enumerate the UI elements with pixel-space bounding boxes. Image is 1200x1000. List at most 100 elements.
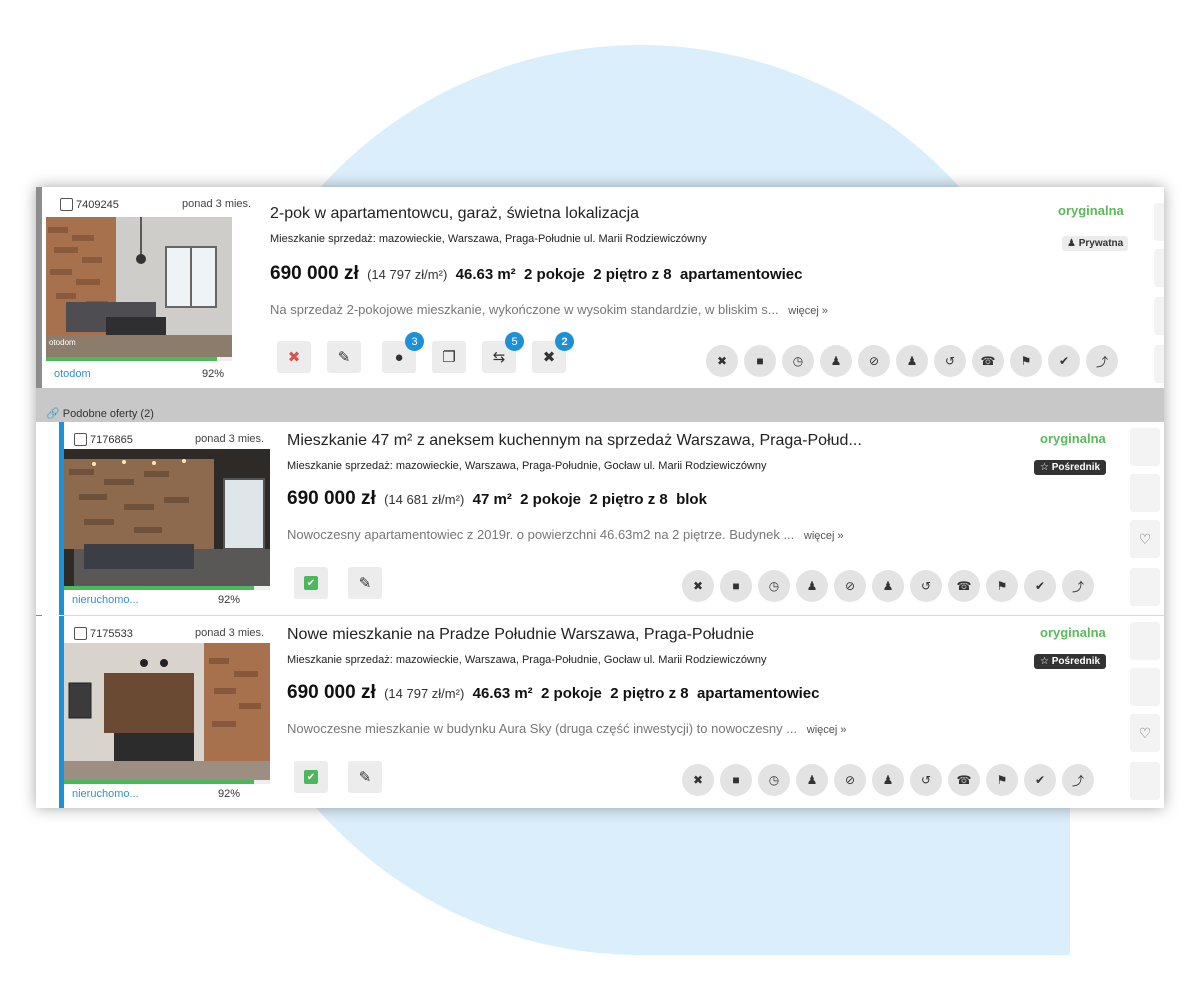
similar-button[interactable]: ● 3 [382, 332, 424, 373]
phone-icon[interactable]: ☎ [972, 345, 1004, 377]
floor: 2 piętro z 8 [593, 266, 672, 283]
building-type: apartamentowiec [696, 685, 820, 702]
accept-button[interactable]: ✔ [294, 567, 328, 599]
phone-icon[interactable]: ☎ [948, 570, 980, 602]
user-icon[interactable]: ♟ [872, 570, 904, 602]
clock-icon[interactable]: ◷ [782, 345, 814, 377]
listing-id-text: 7176865 [90, 433, 133, 446]
rejected-button[interactable]: ✖ 2 [532, 332, 574, 373]
side-tile[interactable] [1154, 297, 1164, 335]
edit-icon: ✎ [358, 575, 372, 592]
listing-title[interactable]: Nowe mieszkanie na Pradze Południe Warsz… [287, 626, 754, 644]
source-row: nieruchomo... 92% [72, 788, 240, 800]
edit-button[interactable]: ✎ [327, 341, 361, 373]
person-icon: ♟ [1067, 238, 1076, 249]
heart-icon: ♡ [1138, 724, 1152, 741]
ban-icon[interactable]: ⊘ [834, 570, 866, 602]
close-icon[interactable]: ✖ [706, 345, 738, 377]
flag-icon[interactable]: ⚑ [1010, 345, 1042, 377]
undo-icon[interactable]: ↺ [910, 764, 942, 796]
user-remove-icon[interactable]: ♟ [796, 570, 828, 602]
user-remove-icon[interactable]: ♟ [796, 764, 828, 796]
similar-offers-bar[interactable]: 🔗 Podobne oferty (2) [36, 388, 1164, 422]
copy-icon: ❐ [442, 349, 456, 366]
side-tile[interactable] [1130, 622, 1160, 660]
user-icon[interactable]: ♟ [896, 345, 928, 377]
share-icon[interactable]: ⤴ [1062, 764, 1094, 796]
check-icon[interactable]: ✔ [1024, 570, 1056, 602]
select-checkbox[interactable] [74, 433, 87, 446]
lock-icon[interactable]: ■ [720, 764, 752, 796]
edit-button[interactable]: ✎ [348, 567, 382, 599]
repeat-count-badge: 5 [505, 332, 524, 351]
listing-location: Mieszkanie sprzedaż: mazowieckie, Warsza… [287, 654, 767, 666]
lock-icon[interactable]: ■ [744, 345, 776, 377]
undo-icon[interactable]: ↺ [910, 570, 942, 602]
building-type: blok [676, 491, 707, 508]
score-bar-fill [46, 357, 218, 361]
score-bar-track [64, 780, 270, 784]
listing-photo[interactable] [64, 449, 270, 587]
flag-icon[interactable]: ⚑ [986, 764, 1018, 796]
favorite-button[interactable]: ♡ [1130, 714, 1160, 752]
more-link[interactable]: więcej » [788, 305, 828, 317]
source-link[interactable]: nieruchomo... [72, 594, 139, 606]
status-original: oryginalna [1040, 431, 1106, 446]
lock-icon[interactable]: ■ [720, 570, 752, 602]
flag-icon[interactable]: ⚑ [986, 570, 1018, 602]
rooms: 2 pokoje [524, 266, 585, 283]
more-link[interactable]: więcej » [807, 724, 847, 736]
check-icon[interactable]: ✔ [1024, 764, 1056, 796]
side-tile[interactable] [1130, 474, 1160, 512]
clock-icon[interactable]: ◷ [758, 570, 790, 602]
listing-title[interactable]: Mieszkanie 47 m² z aneksem kuchennym na … [287, 432, 862, 450]
listing-title[interactable]: 2-pok w apartamentowcu, garaż, świetna l… [270, 205, 639, 223]
owner-badge-text: Pośrednik [1051, 656, 1101, 667]
close-icon[interactable]: ✖ [682, 570, 714, 602]
favorite-button[interactable]: ♡ [1130, 520, 1160, 558]
side-tile[interactable] [1130, 568, 1160, 606]
side-tile[interactable] [1130, 668, 1160, 706]
clock-icon[interactable]: ◷ [758, 764, 790, 796]
description-text: Nowoczesne mieszkanie w budynku Aura Sky… [287, 721, 798, 736]
listing-photo[interactable] [64, 643, 270, 781]
listing-description: Na sprzedaż 2-pokojowe mieszkanie, wykoń… [270, 302, 828, 317]
check-icon[interactable]: ✔ [1048, 345, 1080, 377]
side-tile[interactable] [1154, 203, 1164, 241]
listing-location: Mieszkanie sprzedaż: mazowieckie, Warsza… [287, 460, 767, 472]
select-checkbox[interactable] [60, 198, 73, 211]
listing-description: Nowoczesne mieszkanie w budynku Aura Sky… [287, 721, 847, 736]
share-icon[interactable]: ⤴ [1062, 570, 1094, 602]
copy-button[interactable]: ❐ [432, 341, 466, 373]
ban-icon[interactable]: ⊘ [858, 345, 890, 377]
reject-button[interactable]: ✖ [277, 341, 311, 373]
edit-button[interactable]: ✎ [348, 761, 382, 793]
user-icon[interactable]: ♟ [872, 764, 904, 796]
more-link[interactable]: więcej » [804, 530, 844, 542]
handshake-icon: ☆ [1040, 656, 1049, 667]
select-checkbox[interactable] [74, 627, 87, 640]
ban-icon[interactable]: ⊘ [834, 764, 866, 796]
side-tile[interactable] [1154, 249, 1164, 287]
listing-photo[interactable]: otodom [46, 217, 232, 357]
repeat-button[interactable]: ⇆ 5 [482, 332, 524, 373]
edit-icon: ✎ [358, 769, 372, 786]
source-link[interactable]: nieruchomo... [72, 788, 139, 800]
owner-badge: ☆ Pośrednik [1034, 460, 1107, 475]
side-tile[interactable] [1130, 762, 1160, 800]
score-bar-track [46, 357, 232, 361]
phone-icon[interactable]: ☎ [948, 764, 980, 796]
side-tile[interactable] [1154, 345, 1164, 383]
share-icon[interactable]: ⤴ [1086, 345, 1118, 377]
listing-price-line: 690 000 zł (14 797 zł/m²) 46.63 m² 2 pok… [270, 263, 802, 285]
side-tile[interactable] [1130, 428, 1160, 466]
undo-icon[interactable]: ↺ [934, 345, 966, 377]
price-per-m2: (14 797 zł/m²) [384, 686, 465, 701]
accept-button[interactable]: ✔ [294, 761, 328, 793]
close-icon[interactable]: ✖ [682, 764, 714, 796]
source-link[interactable]: otodom [54, 368, 91, 380]
repeat-icon: ⇆ [492, 349, 506, 366]
user-remove-icon[interactable]: ♟ [820, 345, 852, 377]
listing-price-line: 690 000 zł (14 797 zł/m²) 46.63 m² 2 pok… [287, 682, 819, 704]
check-square-icon: ✔ [304, 576, 318, 590]
